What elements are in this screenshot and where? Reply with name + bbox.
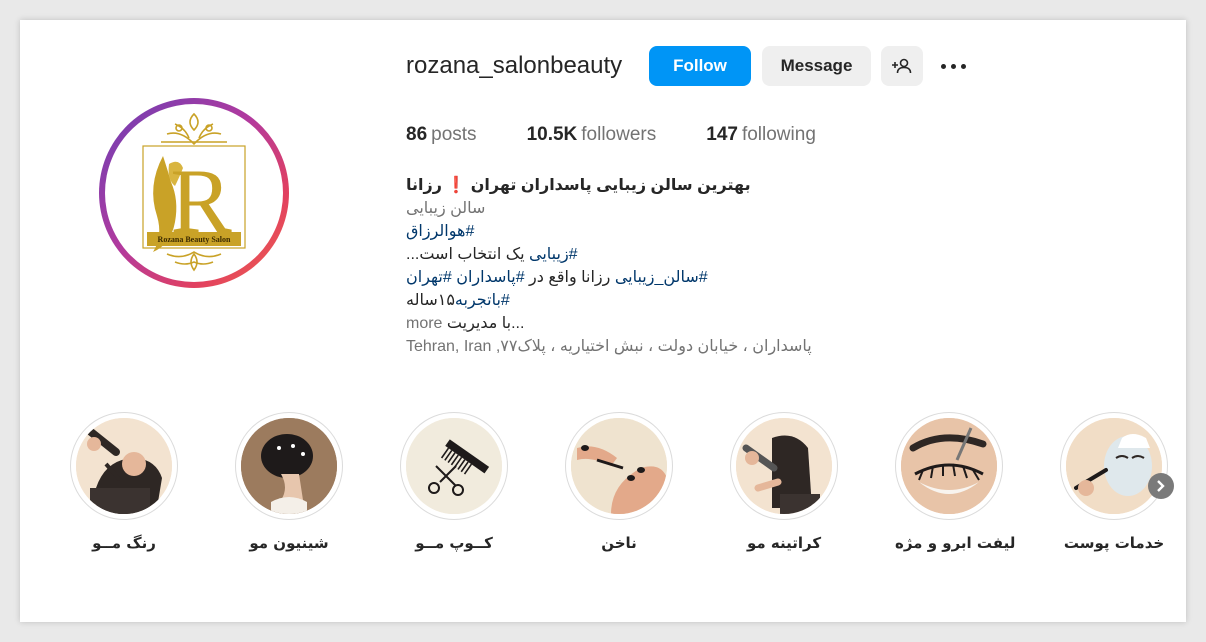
hashtag-link[interactable]: #زیبایی bbox=[529, 246, 578, 263]
highlight-label: ناخن bbox=[601, 534, 637, 552]
highlight-label: لیفت ابرو و مژه bbox=[895, 534, 1016, 552]
skin-care-image bbox=[1066, 418, 1162, 514]
salon-logo: R Rozana Beauty Salon bbox=[142, 112, 246, 272]
nails-image bbox=[571, 418, 667, 514]
highlight-circle bbox=[70, 412, 178, 520]
hashtag-link[interactable]: #پاسداران bbox=[456, 269, 524, 286]
profile-avatar: R Rozana Beauty Salon bbox=[105, 104, 283, 282]
follow-button[interactable]: Follow bbox=[649, 46, 751, 86]
brow-lash-image bbox=[901, 418, 997, 514]
hashtag-link[interactable]: #باتجربه bbox=[455, 292, 510, 309]
highlight-circle bbox=[1060, 412, 1168, 520]
bio-name: بهترین سالن زیبایی پاسداران تهران ❗ رزان… bbox=[406, 177, 751, 194]
highlight-haircut[interactable]: کــوپ مــو bbox=[400, 412, 508, 552]
highlight-updo[interactable]: شینیون مو bbox=[235, 412, 343, 552]
bio-line-3: #سالن_زیبایی رزانا واقع در #پاسداران #ته… bbox=[406, 266, 866, 289]
bio-text: ...با مدیریت bbox=[446, 315, 525, 332]
more-options-icon[interactable] bbox=[937, 56, 969, 76]
followers-count: 10.5K bbox=[526, 124, 578, 145]
posts-label: posts bbox=[431, 124, 477, 145]
bio-line-4: #باتجربه۱۵ساله bbox=[406, 289, 866, 312]
bio-line-2: #زیبایی یک انتخاب است... bbox=[406, 243, 866, 266]
hair-color-image bbox=[76, 418, 172, 514]
posts-count: 86 bbox=[406, 124, 428, 145]
message-button[interactable]: Message bbox=[762, 46, 871, 86]
followers-stat[interactable]: 10.5K followers bbox=[527, 124, 657, 146]
add-person-icon bbox=[892, 58, 912, 74]
profile-stats: 86 posts 10.5K followers 147 following bbox=[406, 124, 866, 146]
highlight-nails[interactable]: ناخن bbox=[565, 412, 673, 552]
highlight-label: خدمات پوست bbox=[1063, 534, 1165, 552]
svg-text:Rozana Beauty Salon: Rozana Beauty Salon bbox=[158, 235, 231, 244]
bio-text: رزانا واقع در bbox=[524, 269, 615, 286]
followers-label: followers bbox=[581, 124, 657, 145]
highlight-label: کراتینه مو bbox=[746, 534, 822, 552]
highlight-brow-lash-lift[interactable]: لیفت ابرو و مژه bbox=[895, 412, 1016, 552]
highlight-label: کــوپ مــو bbox=[415, 534, 493, 552]
updo-image bbox=[241, 418, 337, 514]
bio-text: ۱۵ساله bbox=[406, 292, 455, 309]
profile-avatar-ring[interactable]: R Rozana Beauty Salon bbox=[99, 98, 289, 288]
highlights-next-button[interactable] bbox=[1148, 473, 1174, 499]
highlight-label: رنگ مــو bbox=[92, 534, 156, 552]
bio-more-link[interactable]: more bbox=[406, 315, 447, 332]
following-stat[interactable]: 147 following bbox=[706, 124, 816, 146]
following-label: following bbox=[741, 124, 816, 145]
hashtag-link[interactable]: #سالن_زیبایی bbox=[615, 269, 708, 286]
hashtag-link[interactable]: #هوالرزاق bbox=[406, 223, 474, 240]
following-count: 147 bbox=[706, 124, 738, 145]
chevron-right-icon bbox=[1157, 480, 1165, 492]
profile-card: R Rozana Beauty Salon rozana_salonbeauty… bbox=[20, 20, 1186, 622]
posts-stat[interactable]: 86 posts bbox=[406, 124, 477, 146]
bio-line-1: #هوالرزاق bbox=[406, 220, 866, 243]
highlight-circle bbox=[400, 412, 508, 520]
highlight-keratin[interactable]: کراتینه مو bbox=[730, 412, 838, 552]
hashtag-link[interactable]: #تهران bbox=[406, 269, 452, 286]
highlight-label: شینیون مو bbox=[249, 534, 329, 552]
username: rozana_salonbeauty bbox=[406, 52, 623, 79]
bio-address[interactable]: پاسداران ، خیابان دولت ، نبش اختیاریه ، … bbox=[406, 335, 866, 358]
highlight-circle bbox=[730, 412, 838, 520]
bio-category: سالن زیبایی bbox=[406, 200, 486, 217]
highlight-circle bbox=[565, 412, 673, 520]
bio-line-5: ...با مدیریت more bbox=[406, 312, 866, 335]
profile-bio: بهترین سالن زیبایی پاسداران تهران ❗ رزان… bbox=[406, 174, 866, 358]
bio-text: یک انتخاب است... bbox=[406, 246, 529, 263]
keratin-image bbox=[736, 418, 832, 514]
highlight-hair-color[interactable]: رنگ مــو bbox=[70, 412, 178, 552]
suggested-accounts-button[interactable] bbox=[881, 46, 923, 86]
highlight-circle bbox=[235, 412, 343, 520]
haircut-image bbox=[406, 418, 502, 514]
highlight-circle bbox=[895, 412, 1003, 520]
